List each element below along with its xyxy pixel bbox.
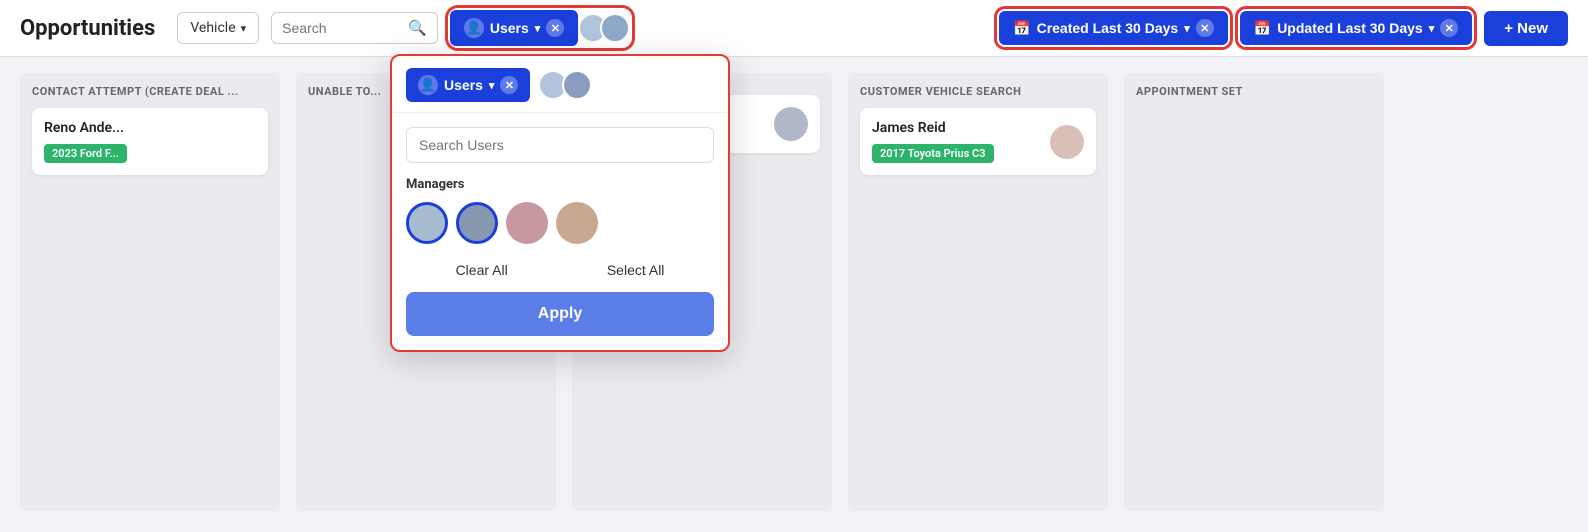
column-title-contact: CONTACT ATTEMPT (CREATE DEAL ... <box>32 85 268 98</box>
calendar-icon-created: 📅 <box>1013 20 1030 37</box>
new-button[interactable]: + New <box>1484 11 1568 46</box>
clear-all-button[interactable]: Clear All <box>456 262 508 278</box>
board: CONTACT ATTEMPT (CREATE DEAL ... Reno An… <box>0 57 1588 527</box>
popup-header: 👤 Users ▾ ✕ <box>392 56 728 113</box>
apply-button[interactable]: Apply <box>406 292 714 336</box>
search-input[interactable] <box>282 20 402 36</box>
actions-row: Clear All Select All <box>406 262 714 278</box>
card-james: James Reid 2017 Toyota Prius C3 <box>860 108 1096 175</box>
card-james-tag: 2017 Toyota Prius C3 <box>872 144 994 163</box>
users-popup: 👤 Users ▾ ✕ Managers Clear All Selec <box>390 54 730 352</box>
users-filter-button[interactable]: 👤 Users ▾ ✕ <box>450 10 578 46</box>
card-reno-tag: 2023 Ford F... <box>44 144 127 163</box>
managers-avatars-row <box>406 202 714 244</box>
top-bar: Opportunities Vehicle ▾ 🔍 👤 Users ▾ ✕ <box>0 0 1588 57</box>
updated-filter-button[interactable]: 📅 Updated Last 30 Days ▾ ✕ <box>1240 11 1472 45</box>
search-users-input[interactable] <box>406 127 714 163</box>
popup-user-icon: 👤 <box>418 75 438 95</box>
select-all-button[interactable]: Select All <box>607 262 665 278</box>
users-chevron-icon: ▾ <box>535 22 541 35</box>
popup-users-button[interactable]: 👤 Users ▾ ✕ <box>406 68 530 102</box>
vehicle-label: Vehicle <box>190 20 235 36</box>
created-filter-button[interactable]: 📅 Created Last 30 Days ▾ ✕ <box>999 11 1228 45</box>
card-james-avatar <box>1050 125 1084 159</box>
popup-selected-avatars <box>538 70 592 100</box>
column-title-appointment: APPOINTMENT SET <box>1136 85 1372 98</box>
popup-close-icon[interactable]: ✕ <box>500 76 518 94</box>
manager-avatar-2[interactable] <box>456 202 498 244</box>
card-james-name: James Reid <box>872 120 994 136</box>
card-james-row: James Reid 2017 Toyota Prius C3 <box>872 120 1084 163</box>
users-selected-avatars <box>582 13 630 43</box>
created-chevron-icon: ▾ <box>1184 22 1190 35</box>
vehicle-dropdown[interactable]: Vehicle ▾ <box>177 12 259 44</box>
manager-avatar-3[interactable] <box>506 202 548 244</box>
page-wrapper: Opportunities Vehicle ▾ 🔍 👤 Users ▾ ✕ <box>0 0 1588 532</box>
users-close-icon[interactable]: ✕ <box>546 19 564 37</box>
popup-chevron-icon: ▾ <box>489 79 495 92</box>
popup-avatar-2 <box>562 70 592 100</box>
card-santafe-avatar <box>774 107 808 141</box>
card-reno-row: Reno Ande... 2023 Ford F... <box>44 120 256 163</box>
updated-label: Updated Last 30 Days <box>1277 20 1423 36</box>
column-customer-vehicle: CUSTOMER VEHICLE SEARCH James Reid 2017 … <box>848 73 1108 511</box>
page-title: Opportunities <box>20 16 155 41</box>
manager-avatar-1[interactable] <box>406 202 448 244</box>
users-filter-container: 👤 Users ▾ ✕ <box>450 10 630 46</box>
card-reno-name: Reno Ande... <box>44 120 127 136</box>
vehicle-chevron-icon: ▾ <box>241 22 247 35</box>
calendar-icon-updated: 📅 <box>1254 20 1271 37</box>
managers-section-label: Managers <box>406 177 714 192</box>
popup-body: Managers Clear All Select All Apply <box>392 113 728 350</box>
updated-close-icon[interactable]: ✕ <box>1440 19 1458 37</box>
column-contact-attempt: CONTACT ATTEMPT (CREATE DEAL ... Reno An… <box>20 73 280 511</box>
created-close-icon[interactable]: ✕ <box>1196 19 1214 37</box>
column-appointment-set: APPOINTMENT SET <box>1124 73 1384 511</box>
column-title-customer: CUSTOMER VEHICLE SEARCH <box>860 85 1096 98</box>
created-label: Created Last 30 Days <box>1037 20 1179 36</box>
search-icon: 🔍 <box>408 19 427 37</box>
manager-avatar-4[interactable] <box>556 202 598 244</box>
card-reno: Reno Ande... 2023 Ford F... <box>32 108 268 175</box>
popup-users-label: Users <box>444 77 483 93</box>
users-label: Users <box>490 20 529 36</box>
user-icon: 👤 <box>464 18 484 38</box>
search-bar: 🔍 <box>271 12 438 44</box>
updated-chevron-icon: ▾ <box>1429 22 1435 35</box>
avatar-2 <box>600 13 630 43</box>
